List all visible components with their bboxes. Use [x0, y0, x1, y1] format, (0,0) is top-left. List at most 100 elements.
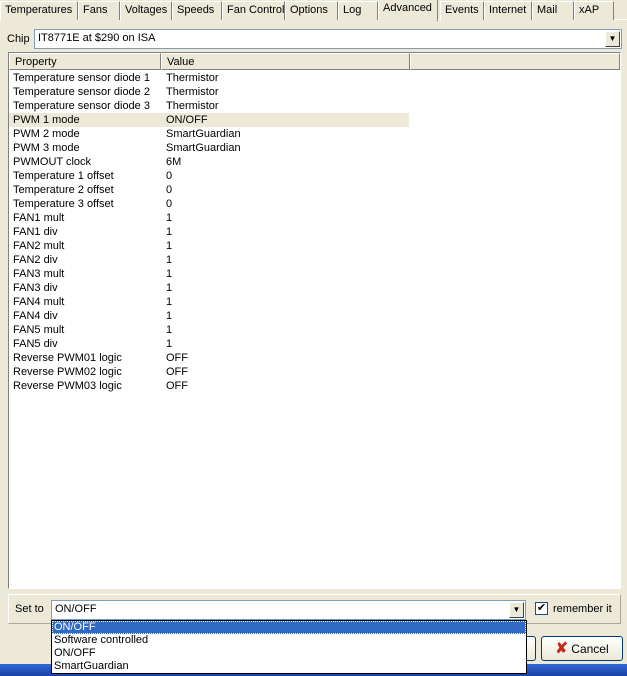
property-cell: PWM 2 mode	[13, 128, 80, 140]
column-header-property[interactable]: Property	[9, 53, 161, 70]
chevron-down-icon[interactable]: ▼	[605, 31, 620, 47]
column-header-empty	[410, 53, 620, 70]
chevron-down-icon[interactable]: ▼	[509, 602, 524, 618]
tab-options[interactable]: Options	[285, 1, 338, 20]
table-row[interactable]: Temperature 1 offset 0	[9, 169, 409, 183]
property-cell: Reverse PWM03 logic	[13, 380, 122, 392]
tab-advanced[interactable]: Advanced	[378, 0, 438, 21]
tab-internet[interactable]: Internet	[484, 1, 532, 20]
value-cell: 0	[166, 184, 173, 196]
dropdown-option[interactable]: SmartGuardian	[52, 660, 526, 673]
table-row[interactable]: FAN4 div 1	[9, 309, 409, 323]
value-cell: 1	[166, 254, 173, 266]
table-row[interactable]: PWM 3 mode SmartGuardian	[9, 141, 409, 155]
value-cell: OFF	[166, 352, 188, 364]
tab-temperatures[interactable]: Temperatures	[0, 1, 78, 20]
property-cell: Temperature sensor diode 1	[13, 72, 150, 84]
table-row[interactable]: PWMOUT clock 6M	[9, 155, 409, 169]
tab-fans[interactable]: Fans	[78, 1, 120, 20]
value-cell: 1	[166, 338, 173, 350]
property-cell: FAN4 mult	[13, 296, 65, 308]
value-cell: SmartGuardian	[166, 142, 241, 154]
chip-value: IT8771E at $290 on ISA	[38, 32, 156, 44]
value-cell: 0	[166, 198, 173, 210]
table-row[interactable]: Reverse PWM03 logic OFF	[9, 379, 409, 393]
property-cell: FAN2 div	[13, 254, 58, 266]
tab-fan-control[interactable]: Fan Control	[222, 1, 285, 20]
value-cell: 6M	[166, 156, 182, 168]
value-cell: 1	[166, 296, 173, 308]
tab-events[interactable]: Events	[440, 1, 484, 20]
dropdown-option[interactable]: ON/OFF	[52, 647, 526, 660]
tab-speeds[interactable]: Speeds	[172, 1, 222, 20]
value-cell: 1	[166, 268, 173, 280]
table-row[interactable]: FAN1 div 1	[9, 225, 409, 239]
tab-bar: Temperatures Fans Voltages Speeds Fan Contro…	[0, 0, 627, 21]
set-to-dropdown-list[interactable]: ON/OFF Software controlled ON/OFF SmartGuar…	[51, 620, 527, 674]
remember-checkbox[interactable]: ✔	[535, 602, 548, 615]
property-cell: PWM 1 mode	[13, 114, 80, 126]
x-icon: ✘	[555, 640, 568, 657]
set-to-select[interactable]: ON/OFF ▼	[51, 600, 526, 620]
property-cell: PWMOUT clock	[13, 156, 92, 168]
table-row[interactable]: Temperature 3 offset 0	[9, 197, 409, 211]
table-row[interactable]: FAN5 mult 1	[9, 323, 409, 337]
value-cell: 1	[166, 324, 173, 336]
property-cell: Temperature sensor diode 3	[13, 100, 150, 112]
property-cell: FAN2 mult	[13, 240, 65, 252]
property-cell: FAN5 mult	[13, 324, 65, 336]
value-cell: Thermistor	[166, 86, 219, 98]
value-cell: 1	[166, 240, 173, 252]
table-row[interactable]: PWM 1 mode ON/OFF	[9, 113, 409, 127]
property-cell: FAN1 div	[13, 226, 58, 238]
remember-label: remember it	[553, 603, 612, 615]
property-cell: Temperature 3 offset	[13, 198, 114, 210]
tab-log[interactable]: Log	[338, 1, 378, 20]
property-cell: Temperature 1 offset	[13, 170, 114, 182]
property-cell: PWM 3 mode	[13, 142, 80, 154]
tab-mail[interactable]: Mail	[532, 1, 574, 20]
table-row[interactable]: Temperature sensor diode 2 Thermistor	[9, 85, 409, 99]
cancel-label: Cancel	[571, 642, 609, 656]
table-row[interactable]: PWM 2 mode SmartGuardian	[9, 127, 409, 141]
property-cell: FAN1 mult	[13, 212, 65, 224]
property-cell: FAN4 div	[13, 310, 58, 322]
value-cell: 1	[166, 212, 173, 224]
table-row[interactable]: FAN2 mult 1	[9, 239, 409, 253]
value-cell: Thermistor	[166, 100, 219, 112]
chip-select[interactable]: IT8771E at $290 on ISA ▼	[34, 29, 622, 49]
table-row[interactable]: FAN2 div 1	[9, 253, 409, 267]
property-cell: FAN3 mult	[13, 268, 65, 280]
tab-voltages[interactable]: Voltages	[120, 1, 172, 20]
value-cell: 0	[166, 170, 173, 182]
table-row[interactable]: Temperature sensor diode 3 Thermistor	[9, 99, 409, 113]
property-cell: Temperature 2 offset	[13, 184, 114, 196]
table-row[interactable]: FAN3 mult 1	[9, 267, 409, 281]
table-row[interactable]: Reverse PWM01 logic OFF	[9, 351, 409, 365]
property-cell: Reverse PWM01 logic	[13, 352, 122, 364]
table-row[interactable]: Reverse PWM02 logic OFF	[9, 365, 409, 379]
dropdown-option[interactable]: Software controlled	[52, 634, 526, 647]
property-list[interactable]: Property Value Temperature sensor diode …	[8, 52, 621, 589]
column-header-value[interactable]: Value	[161, 53, 410, 70]
set-to-value: ON/OFF	[55, 603, 97, 615]
dropdown-option[interactable]: ON/OFF	[52, 621, 526, 634]
value-cell: ON/OFF	[166, 114, 208, 126]
cancel-button[interactable]: ✘ Cancel	[541, 636, 623, 661]
table-row[interactable]: Temperature 2 offset 0	[9, 183, 409, 197]
table-row[interactable]: FAN5 div 1	[9, 337, 409, 351]
value-cell: Thermistor	[166, 72, 219, 84]
table-row[interactable]: FAN4 mult 1	[9, 295, 409, 309]
property-cell: Temperature sensor diode 2	[13, 86, 150, 98]
value-cell: 1	[166, 226, 173, 238]
tab-xap[interactable]: xAP	[574, 1, 614, 20]
chip-label: Chip	[7, 33, 30, 45]
property-cell: FAN5 div	[13, 338, 58, 350]
value-cell: OFF	[166, 380, 188, 392]
table-row[interactable]: FAN1 mult 1	[9, 211, 409, 225]
table-row[interactable]: FAN3 div 1	[9, 281, 409, 295]
table-row[interactable]: Temperature sensor diode 1 Thermistor	[9, 71, 409, 85]
value-cell: 1	[166, 310, 173, 322]
value-cell: OFF	[166, 366, 188, 378]
value-cell: 1	[166, 282, 173, 294]
